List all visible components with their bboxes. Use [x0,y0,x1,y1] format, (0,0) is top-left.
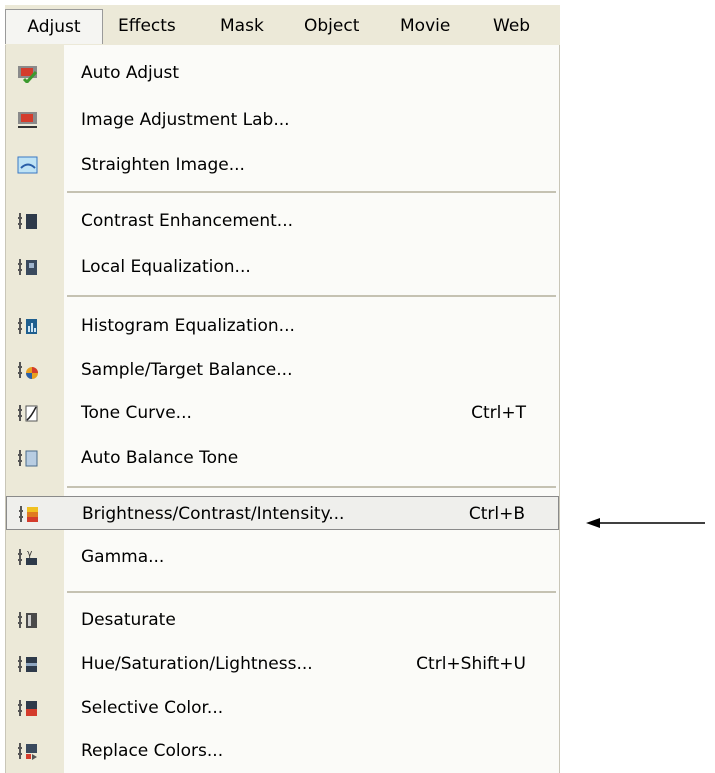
menu-item-label: Auto Adjust [81,63,180,83]
menu-separator [67,591,556,593]
menu-item-label: Hue/Saturation/Lightness... [81,654,313,674]
menu-item-label: Desaturate [81,610,176,630]
menu-item-label: Gamma... [81,547,165,567]
replace-colors-icon [17,741,39,761]
menu-item-hue-saturation-lightness[interactable]: Hue/Saturation/Lightness... Ctrl+Shift+U [6,647,559,681]
menu-item-image-adjustment-lab[interactable]: Image Adjustment Lab... [6,103,559,137]
menu-item-contrast-enhancement[interactable]: Contrast Enhancement... [6,204,559,238]
menu-item-label: Replace Colors... [81,741,224,761]
menu-item-label: Tone Curve... [81,403,192,423]
menu-item-brightness-contrast-intensity[interactable]: Brightness/Contrast/Intensity... Ctrl+B [6,496,559,530]
menu-item-label: Brightness/Contrast/Intensity... [82,504,345,524]
menu-item-label: Contrast Enhancement... [81,211,294,231]
menu-separator [67,486,556,488]
menu-movie[interactable]: Movie [400,13,450,39]
svg-text:γ: γ [27,549,33,559]
menu-bar: Adjust Effects Mask Object Movie Web [5,5,560,46]
hue-saturation-lightness-icon [17,654,39,674]
left-arrow-icon [586,518,705,528]
menu-separator [67,295,556,297]
straighten-image-icon [17,155,39,175]
menu-item-label: Local Equalization... [81,257,251,277]
menu-adjust[interactable]: Adjust [5,9,103,44]
menu-item-sample-target-balance[interactable]: Sample/Target Balance... [6,353,559,387]
auto-balance-tone-icon [17,448,39,468]
menu-item-label: Sample/Target Balance... [81,360,293,380]
menu-object[interactable]: Object [304,13,359,39]
menu-item-gamma[interactable]: γ Gamma... [6,540,559,574]
menu-item-shortcut: Ctrl+T [471,403,526,423]
menu-item-label: Histogram Equalization... [81,316,295,336]
sample-target-balance-icon [17,360,39,380]
menu-item-shortcut: Ctrl+B [468,504,525,524]
menu-item-auto-adjust[interactable]: Auto Adjust [6,56,559,90]
menu-item-label: Auto Balance Tone [81,448,239,468]
menu-item-shortcut: Ctrl+Shift+U [416,654,526,674]
contrast-enhancement-icon [17,211,39,231]
auto-adjust-icon [17,63,39,83]
menu-item-histogram-equalization[interactable]: Histogram Equalization... [6,309,559,343]
menu-item-desaturate[interactable]: Desaturate [6,603,559,637]
menu-item-label: Straighten Image... [81,155,245,175]
histogram-equalization-icon [17,316,39,336]
menu-item-label: Image Adjustment Lab... [81,110,290,130]
menu-item-selective-color[interactable]: Selective Color... [6,691,559,725]
menu-web[interactable]: Web [493,13,530,39]
menu-item-auto-balance-tone[interactable]: Auto Balance Tone [6,441,559,475]
menu-item-straighten-image[interactable]: Straighten Image... [6,148,559,182]
menu-effects[interactable]: Effects [118,13,176,39]
image-adjustment-lab-icon [17,110,39,130]
tone-curve-icon [17,403,39,423]
brightness-contrast-intensity-icon [18,504,40,524]
desaturate-icon [17,610,39,630]
menu-item-tone-curve[interactable]: Tone Curve... Ctrl+T [6,396,559,430]
menu-separator [67,191,556,193]
adjust-dropdown-menu: Auto Adjust Image Adjustment Lab... Stra… [5,45,560,773]
menu-item-local-equalization[interactable]: Local Equalization... [6,250,559,284]
selective-color-icon [17,698,39,718]
menu-item-replace-colors[interactable]: Replace Colors... [6,734,559,768]
gamma-icon: γ [17,547,39,567]
menu-mask[interactable]: Mask [220,13,264,39]
local-equalization-icon [17,257,39,277]
menu-item-label: Selective Color... [81,698,224,718]
